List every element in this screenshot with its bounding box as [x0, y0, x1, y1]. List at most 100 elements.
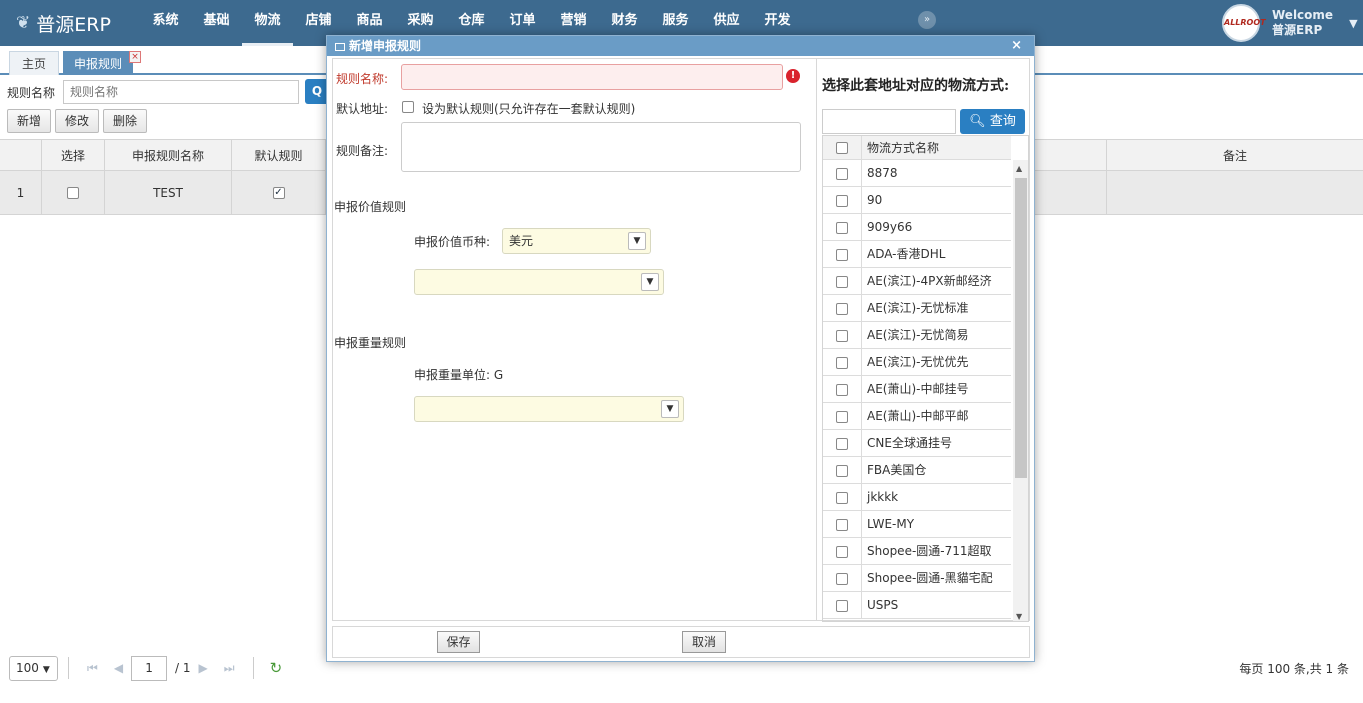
- dialog-title: 新增申报规则: [349, 39, 422, 53]
- list-item[interactable]: CNE全球通挂号: [823, 430, 1011, 457]
- list-item-checkbox[interactable]: [836, 410, 848, 423]
- error-icon: !: [786, 69, 800, 83]
- close-icon[interactable]: ×: [1011, 36, 1022, 56]
- user-menu[interactable]: ALLROOT Welcome 普源ERP ▼: [1222, 4, 1358, 42]
- app-logo[interactable]: ❦ 普源ERP: [16, 10, 136, 37]
- delete-button[interactable]: 删除: [103, 109, 148, 133]
- search-row: 规则名称 Q: [0, 79, 329, 105]
- scrollbar-thumb[interactable]: [1015, 178, 1027, 478]
- default-rule-text: 设为默认规则(只允许存在一套默认规则): [422, 102, 636, 116]
- page-size-select[interactable]: 100 ▼: [9, 655, 58, 681]
- list-item-checkbox[interactable]: [836, 545, 848, 558]
- logistics-header-label: 物流方式名称: [867, 141, 940, 155]
- currency-label: 申报价值币种:: [414, 235, 491, 249]
- cancel-button[interactable]: 取消: [682, 631, 726, 653]
- list-item-checkbox[interactable]: [836, 194, 848, 207]
- refresh-icon[interactable]: ↻: [270, 659, 283, 677]
- default-rule-checkbox[interactable]: [402, 101, 414, 113]
- list-item[interactable]: Shopee-圆通-黑貓宅配: [823, 565, 1011, 592]
- window-icon: [335, 42, 345, 51]
- close-tab-icon[interactable]: ×: [129, 51, 141, 63]
- rule-form: 规则名称: ! 默认地址: 设为默认规则(只允许存在一套默认规则) 规则备注: …: [333, 59, 817, 620]
- list-item-checkbox[interactable]: [836, 518, 848, 531]
- save-button[interactable]: 保存: [437, 631, 480, 653]
- currency-select[interactable]: 美元 ▼: [502, 228, 651, 254]
- last-page-icon[interactable]: ⏭: [224, 661, 235, 676]
- rule-name-input[interactable]: [401, 64, 783, 90]
- list-item-checkbox[interactable]: [836, 221, 848, 234]
- next-page-icon[interactable]: ▶: [199, 661, 208, 675]
- tab-declare-rules[interactable]: 申报规则: [63, 51, 133, 75]
- user-name: 普源ERP: [1272, 23, 1323, 37]
- dialog-titlebar: 新增申报规则 ×: [327, 36, 1034, 56]
- new-rule-dialog: 新增申报规则 × 规则名称: ! 默认地址: 设为默认规则(只允许存在一套默认规…: [326, 35, 1035, 662]
- list-item[interactable]: AE(滨江)-无忧标准: [823, 295, 1011, 322]
- row-default-checkbox[interactable]: ✓: [272, 186, 285, 199]
- tab-home[interactable]: 主页: [9, 51, 59, 75]
- edit-button[interactable]: 修改: [55, 109, 100, 133]
- add-button[interactable]: 新增: [7, 109, 52, 133]
- weight-rule-select[interactable]: ▼: [414, 396, 684, 422]
- logistics-search-input[interactable]: [822, 109, 956, 134]
- query-button[interactable]: 🔍︎ 查询: [960, 109, 1025, 134]
- list-item-checkbox[interactable]: [836, 572, 848, 585]
- row-rule-name: TEST: [105, 171, 232, 214]
- list-item-checkbox[interactable]: [836, 329, 848, 342]
- row-default: ✓: [232, 171, 326, 214]
- row-select-checkbox[interactable]: [67, 186, 79, 199]
- header-rule-name: 申报规则名称: [105, 140, 232, 170]
- list-item[interactable]: 8878: [823, 160, 1011, 187]
- list-item-checkbox[interactable]: [836, 356, 848, 369]
- search-input[interactable]: [63, 80, 299, 104]
- list-item-checkbox[interactable]: [836, 167, 848, 180]
- list-item-checkbox[interactable]: [836, 464, 848, 477]
- list-item[interactable]: LWE-MY: [823, 511, 1011, 538]
- list-item[interactable]: AE(萧山)-中邮平邮: [823, 403, 1011, 430]
- currency-value: 美元: [509, 234, 534, 248]
- pager-info: 每页 100 条,共 1 条: [1239, 662, 1349, 676]
- rule-remark-label: 规则备注:: [336, 144, 389, 158]
- list-item[interactable]: FBA美国仓: [823, 457, 1011, 484]
- rule-remark-textarea[interactable]: [401, 122, 801, 172]
- scroll-up-icon[interactable]: ▲: [1016, 164, 1022, 173]
- list-item-checkbox[interactable]: [836, 437, 848, 450]
- search-icon: 🔍︎: [969, 114, 986, 129]
- list-item[interactable]: jkkkk: [823, 484, 1011, 511]
- list-item-checkbox[interactable]: [836, 599, 848, 612]
- list-item[interactable]: AE(萧山)-中邮挂号: [823, 376, 1011, 403]
- list-item[interactable]: ADA-香港DHL: [823, 241, 1011, 268]
- list-item-checkbox[interactable]: [836, 248, 848, 261]
- scroll-down-icon[interactable]: ▼: [1016, 612, 1022, 621]
- list-item[interactable]: 90: [823, 187, 1011, 214]
- list-item-checkbox[interactable]: [836, 491, 848, 504]
- list-item[interactable]: AE(滨江)-无忧简易: [823, 322, 1011, 349]
- chevron-down-icon: ▼: [641, 273, 659, 291]
- list-item-checkbox[interactable]: [836, 275, 848, 288]
- list-item[interactable]: AE(滨江)-4PX新邮经济: [823, 268, 1011, 295]
- select-all-checkbox[interactable]: [836, 142, 848, 154]
- weight-unit-label: 申报重量单位: G: [414, 368, 504, 382]
- value-rule-select[interactable]: ▼: [414, 269, 664, 295]
- pager-divider: [68, 657, 69, 679]
- list-item[interactable]: 909y66: [823, 214, 1011, 241]
- list-scrollbar[interactable]: ▲ ▼: [1013, 160, 1028, 621]
- toolbar: 新增 修改 删除: [7, 109, 151, 133]
- list-item[interactable]: AE(滨江)-无忧优先: [823, 349, 1011, 376]
- caret-down-icon[interactable]: ▼: [1349, 17, 1357, 30]
- leaf-logo-icon: ❦: [16, 13, 31, 33]
- list-item-checkbox[interactable]: [836, 302, 848, 315]
- first-page-icon[interactable]: ⏮: [87, 661, 98, 676]
- nav-item-basic[interactable]: 基础: [191, 0, 242, 46]
- nav-item-logistics[interactable]: 物流: [242, 0, 293, 46]
- list-item-checkbox[interactable]: [836, 383, 848, 396]
- default-address-label: 默认地址:: [336, 102, 389, 116]
- page-number-input[interactable]: 1: [131, 655, 168, 681]
- list-item[interactable]: Shopee-圆通-711超取: [823, 538, 1011, 565]
- prev-page-icon[interactable]: ◀: [114, 661, 123, 675]
- list-item[interactable]: USPS: [823, 592, 1011, 619]
- row-index: 1: [0, 171, 42, 214]
- collapse-nav-icon[interactable]: »: [918, 11, 936, 29]
- chevron-down-icon: ▼: [628, 232, 646, 250]
- row-remark: [1106, 171, 1363, 214]
- nav-item-system[interactable]: 系统: [140, 0, 191, 46]
